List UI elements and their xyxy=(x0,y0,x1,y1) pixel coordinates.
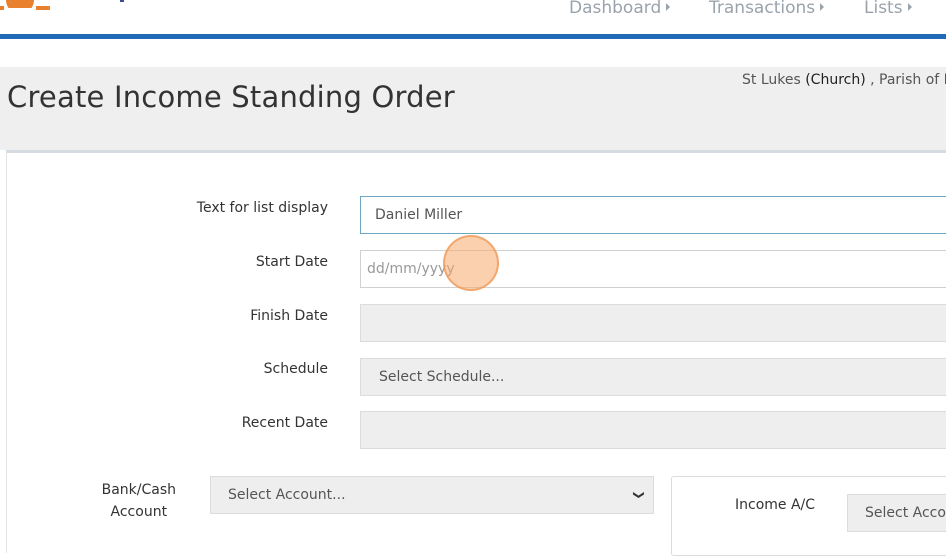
nav-lists-label: Lists xyxy=(864,0,903,18)
top-navigation-bar: Dashboard Transactions Lists xyxy=(0,0,946,34)
caret-right-icon xyxy=(666,3,671,11)
income-ac-selected-value: Select Accou xyxy=(865,505,946,521)
chevron-down-icon: ❯ xyxy=(632,490,646,500)
location-parish: , Parish of D xyxy=(865,72,946,88)
finish-date-label: Finish Date xyxy=(250,308,328,324)
text-for-list-display-label: Text for list display xyxy=(196,200,328,216)
income-ac-label: Income A/C xyxy=(735,497,816,513)
nav-transactions[interactable]: Transactions xyxy=(709,0,825,20)
schedule-label: Schedule xyxy=(263,361,328,377)
location-breadcrumb: St Lukes (Church) , Parish of D xyxy=(742,72,946,88)
logo-wordmark xyxy=(120,0,124,2)
bank-cash-account-select[interactable]: Select Account... ❯ xyxy=(210,476,654,514)
location-name: St Lukes xyxy=(742,72,806,88)
page-title: Create Income Standing Order xyxy=(7,80,455,114)
recent-date-input[interactable] xyxy=(360,411,946,449)
nav-dashboard-label: Dashboard xyxy=(569,0,662,18)
nav-dashboard[interactable]: Dashboard xyxy=(569,0,671,20)
nav-transactions-label: Transactions xyxy=(709,0,816,18)
start-date-label: Start Date xyxy=(255,254,328,270)
recent-date-label: Recent Date xyxy=(241,415,328,431)
caret-right-icon xyxy=(820,3,825,11)
bank-cash-account-label-line2: Account xyxy=(110,504,168,520)
schedule-selected-value: Select Schedule... xyxy=(379,369,505,385)
finish-date-input[interactable] xyxy=(360,304,946,342)
bank-cash-account-selected-value: Select Account... xyxy=(228,487,346,503)
nav-accent-line xyxy=(0,34,946,39)
income-ac-select[interactable]: Select Accou xyxy=(847,494,946,532)
location-type: (Church) xyxy=(805,72,866,88)
cursor-highlight xyxy=(443,235,499,291)
schedule-select[interactable]: Select Schedule... xyxy=(360,358,946,396)
text-for-list-display-input[interactable]: Daniel Miller xyxy=(360,196,946,234)
nav-lists[interactable]: Lists xyxy=(864,0,912,20)
logo-icon[interactable] xyxy=(0,0,50,18)
bank-cash-account-label: Bank/Cash Account xyxy=(102,479,176,523)
caret-right-icon xyxy=(907,3,912,11)
bank-cash-account-label-line1: Bank/Cash xyxy=(101,482,176,498)
